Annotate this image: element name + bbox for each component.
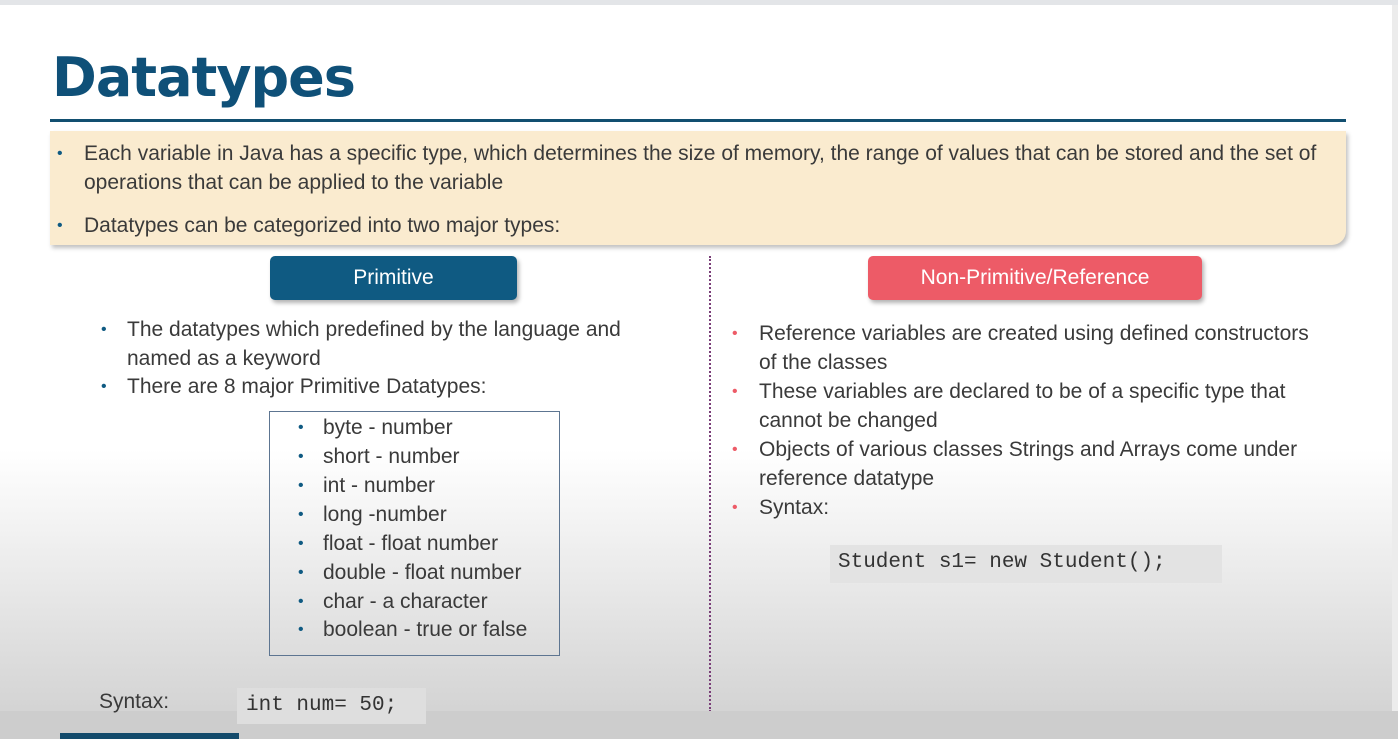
video-progress-bar[interactable] [60, 733, 239, 739]
bullet-dot: • [732, 499, 738, 516]
column-divider [709, 256, 711, 712]
reference-syntax-label: Syntax: [759, 496, 830, 519]
intro-bullet-2: Datatypes can be categorized into two ma… [84, 214, 561, 237]
primitive-bullet-1: The datatypes which predefined by the la… [127, 318, 621, 341]
bullet-dot: • [298, 564, 304, 581]
reference-bullet-1-cont: of the classes [759, 351, 888, 374]
primitive-header: Primitive [270, 256, 517, 300]
bullet-dot: • [298, 448, 304, 465]
type-item: short - number [323, 445, 460, 468]
bullet-dot: • [732, 383, 738, 400]
primitive-syntax-code: int num= 50; [237, 688, 426, 724]
bullet-dot: • [298, 535, 304, 552]
type-item: long -number [323, 503, 447, 526]
bullet-dot: • [732, 325, 738, 342]
bullet-dot: • [298, 593, 304, 610]
title-underline [50, 119, 1346, 122]
type-item: float - float number [323, 532, 499, 555]
bullet-dot: • [101, 321, 107, 338]
bullet-dot: • [57, 217, 63, 234]
primitive-syntax-label: Syntax: [99, 690, 170, 713]
bullet-dot: • [298, 621, 304, 638]
right-edge-strip [1392, 5, 1398, 739]
bullet-dot: • [732, 441, 738, 458]
bullet-dot: • [101, 378, 107, 395]
reference-bullet-2-cont: cannot be changed [759, 409, 938, 432]
reference-bullet-3-cont: reference datatype [759, 467, 935, 490]
primitive-bullet-2: There are 8 major Primitive Datatypes: [127, 375, 487, 398]
reference-bullet-2: These variables are declared to be of a … [759, 380, 1286, 403]
type-item: int - number [323, 474, 436, 497]
reference-bullet-1: Reference variables are created using de… [759, 322, 1309, 345]
intro-bullet-1: Each variable in Java has a specific typ… [84, 142, 1317, 165]
reference-bullet-3: Objects of various classes Strings and A… [759, 438, 1298, 461]
bullet-dot: • [57, 145, 63, 162]
reference-header: Non-Primitive/Reference [868, 256, 1202, 300]
type-item: byte - number [323, 416, 453, 439]
type-item: boolean - true or false [323, 618, 528, 641]
bullet-dot: • [298, 419, 304, 436]
reference-syntax-code: Student s1= new Student(); [830, 545, 1222, 583]
type-item: double - float number [323, 561, 522, 584]
type-item: char - a character [323, 590, 488, 613]
bullet-dot: • [298, 506, 304, 523]
top-strip [0, 0, 1398, 5]
intro-bullet-1-cont: operations that can be applied to the va… [84, 171, 504, 194]
slide-title: Datatypes [52, 46, 356, 109]
primitive-bullet-1-cont: named as a keyword [127, 347, 321, 370]
bullet-dot: • [298, 477, 304, 494]
